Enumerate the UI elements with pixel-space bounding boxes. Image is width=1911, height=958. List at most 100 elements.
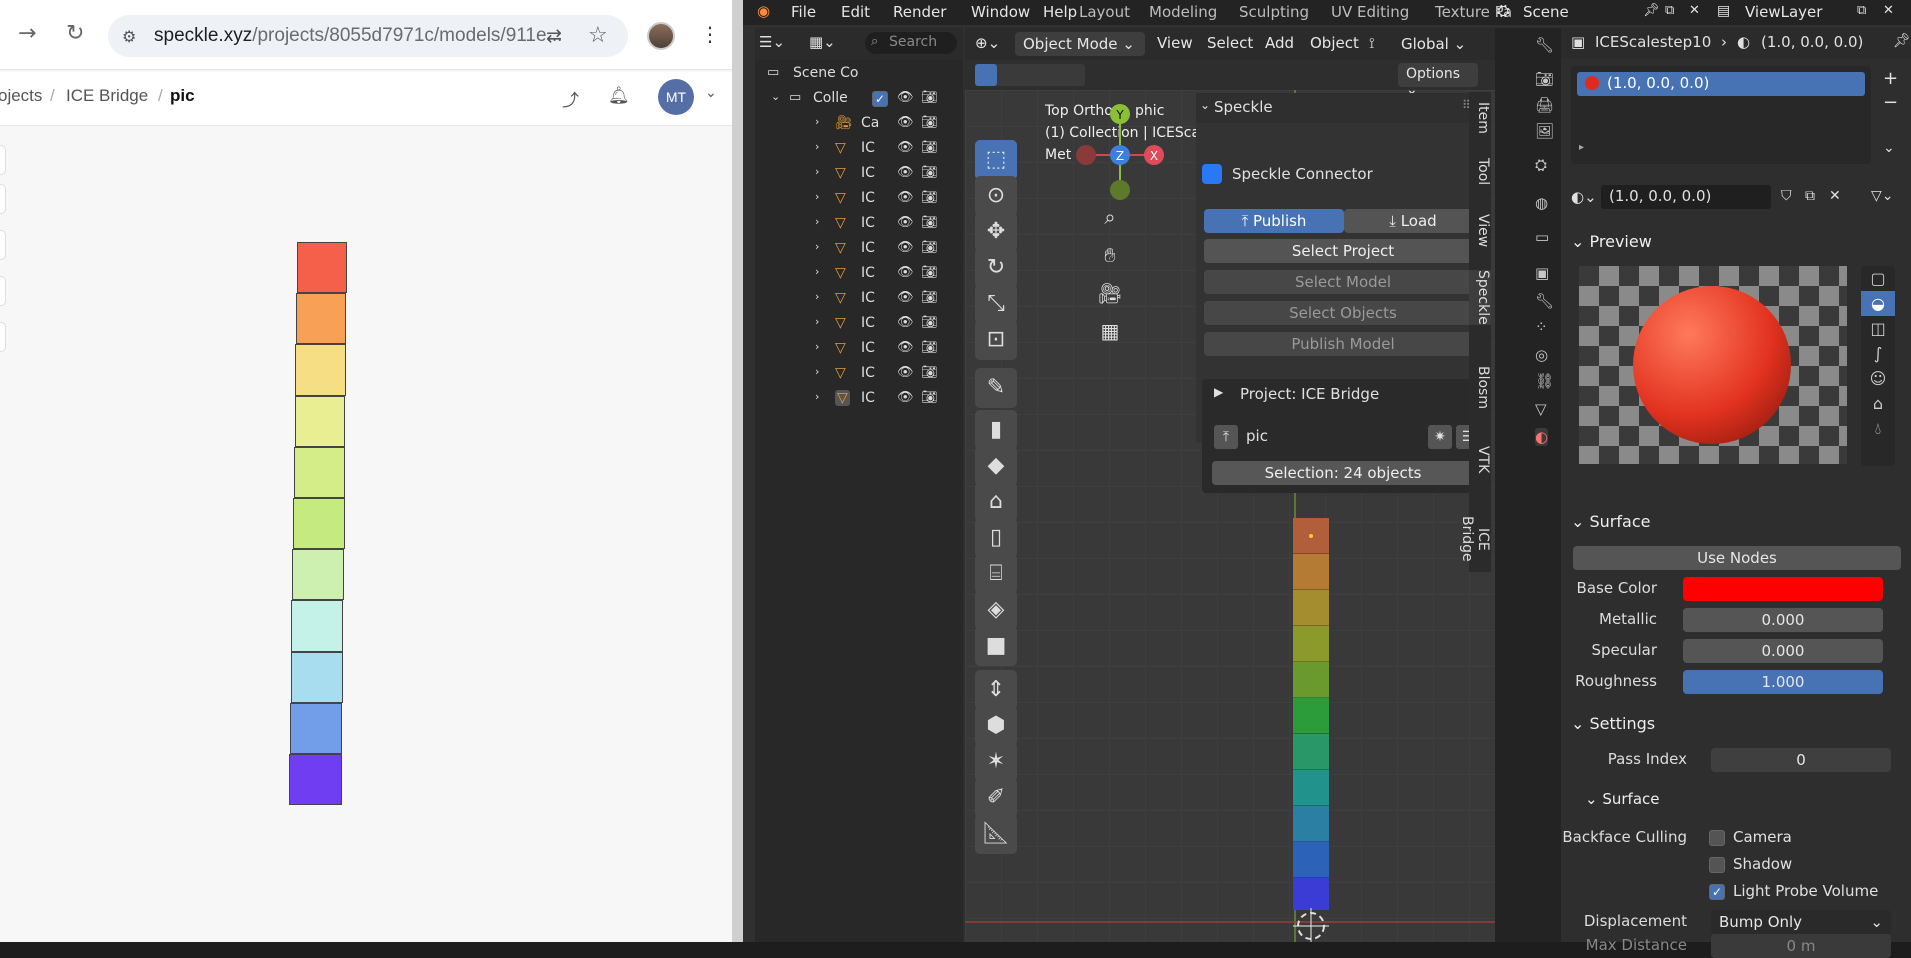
select-objects-button[interactable]: Select Objects xyxy=(1204,301,1482,325)
tab-uv-editing[interactable]: UV Editing xyxy=(1331,3,1409,21)
scale-cell[interactable] xyxy=(289,754,342,806)
bim-wall-icon[interactable]: ▮ xyxy=(975,410,1017,450)
material-slot-list[interactable]: (1.0, 0.0, 0.0) ▸ xyxy=(1571,66,1871,164)
render-camera-icon[interactable]: 📷︎ xyxy=(921,265,938,280)
chevron-down-icon[interactable]: ⌄ xyxy=(1883,140,1895,156)
bim-beam-icon[interactable]: ⇕ xyxy=(975,670,1017,710)
pass-index-field[interactable]: 0 xyxy=(1711,748,1891,772)
sidebar-tab-ice-bridge[interactable]: ICE Bridge xyxy=(1459,506,1491,572)
transform-orientation-dropdown[interactable]: Global ⌄ xyxy=(1393,32,1475,56)
outliner-mesh-row[interactable]: › ▽ IC 👁︎ 📷︎ xyxy=(755,187,963,212)
add-slot-icon[interactable]: + xyxy=(1883,68,1898,89)
render-camera-icon[interactable]: 📷︎ xyxy=(921,340,938,355)
close-icon[interactable]: ✕ xyxy=(1829,188,1841,204)
eye-icon[interactable]: 👁︎ xyxy=(897,140,914,155)
outliner-mesh-row[interactable]: › ▽ IC 👁︎ 📷︎ xyxy=(755,137,963,162)
menu-object[interactable]: Object xyxy=(1310,34,1359,52)
scene-icon[interactable]: ⛭ xyxy=(1535,156,1547,174)
bim-door-icon[interactable]: ⌂ xyxy=(975,482,1017,522)
bim-column-icon[interactable]: ▯ xyxy=(975,518,1017,558)
outliner-mesh-row[interactable]: › ▽ IC 👁︎ 📷︎ xyxy=(755,212,963,237)
render-camera-icon[interactable]: 📷︎ xyxy=(921,390,938,405)
scale-cell[interactable] xyxy=(294,395,346,447)
cube-preview-icon[interactable]: ◫ xyxy=(1861,316,1895,341)
material-name-field[interactable]: (1.0, 0.0, 0.0) xyxy=(1601,185,1771,209)
scale-cell[interactable] xyxy=(289,702,343,754)
sidebar-tab-blosm[interactable]: Blosm xyxy=(1469,366,1491,409)
menu-render[interactable]: Render xyxy=(893,3,946,21)
publish-tab[interactable]: ⤒ Publish xyxy=(1204,209,1344,233)
sidebar-tab-view[interactable]: View xyxy=(1469,214,1491,247)
expand-triangle-icon[interactable]: ▶ xyxy=(1214,385,1223,399)
chevron-right-icon[interactable]: › xyxy=(815,140,819,153)
camera-view-icon[interactable]: 🎥︎ xyxy=(1095,274,1125,312)
navigation-gizmo[interactable]: Y Z X xyxy=(1065,100,1175,210)
surface-settings-header[interactable]: ⌄ Surface xyxy=(1585,790,1660,808)
scale-cell[interactable] xyxy=(1293,554,1329,590)
scene-icon[interactable]: ⛭ xyxy=(1497,1,1510,21)
transform-icon[interactable]: ⊡ xyxy=(975,320,1017,360)
outliner-mesh-row[interactable]: › ▽ IC 👁︎ 📷︎ xyxy=(755,337,963,362)
menu-window[interactable]: Window xyxy=(971,3,1030,21)
eye-icon[interactable]: 👁︎ xyxy=(897,215,914,230)
bim-slab-icon[interactable]: ◆ xyxy=(975,446,1017,486)
scale-cell[interactable] xyxy=(292,549,344,601)
constraints-icon[interactable]: ⛓︎ xyxy=(1535,372,1554,390)
scale-cell[interactable] xyxy=(1293,590,1329,626)
annotate-icon[interactable]: ✎ xyxy=(975,368,1017,408)
scale-cell[interactable] xyxy=(291,600,344,652)
sidebar-tab-tool[interactable]: Tool xyxy=(1469,158,1491,185)
tab-layout[interactable]: Layout xyxy=(1079,3,1130,21)
outliner-mesh-row[interactable]: › ▽ IC 👁︎ 📷︎ xyxy=(755,362,963,387)
object-icon[interactable]: ▣ xyxy=(1535,264,1549,282)
measure-icon[interactable]: ✐ xyxy=(975,778,1017,818)
preview-header[interactable]: ⌄ Preview xyxy=(1571,232,1652,251)
render-camera-icon[interactable]: 📷︎ xyxy=(921,165,938,180)
use-nodes-button[interactable]: Use Nodes xyxy=(1573,546,1901,570)
menu-help[interactable]: Help xyxy=(1043,3,1077,21)
object-name[interactable]: ICEScalestep10 xyxy=(1595,33,1711,51)
chevron-right-icon[interactable]: › xyxy=(815,215,819,228)
ruler-icon[interactable]: 📐︎ xyxy=(975,814,1017,854)
chevron-right-icon[interactable]: › xyxy=(815,315,819,328)
duplicate-icon[interactable]: ⧉ xyxy=(1805,188,1815,204)
settings-header[interactable]: ⌄ Settings xyxy=(1571,714,1655,733)
chevron-right-icon[interactable]: › xyxy=(815,165,819,178)
select-model-button[interactable]: Select Model xyxy=(1204,270,1482,294)
chevron-right-icon[interactable]: › xyxy=(815,115,819,128)
3d-cursor-icon[interactable] xyxy=(1291,906,1331,942)
outliner-scene-collection[interactable]: ▭ Scene Co xyxy=(755,62,963,87)
scale-cell[interactable] xyxy=(1293,626,1329,662)
scale-cell[interactable] xyxy=(296,293,347,345)
render-camera-icon[interactable]: 📷︎ xyxy=(921,190,938,205)
preview-type-buttons[interactable]: ▢ ◒ ◫ ∫ ☺ ⌂ 💧︎ xyxy=(1861,266,1895,466)
load-tab[interactable]: ⤓ Load xyxy=(1344,209,1482,233)
blender-logo-icon[interactable]: ◉ xyxy=(757,2,770,20)
remove-slot-icon[interactable]: − xyxy=(1883,92,1898,113)
specular-field[interactable]: 0.000 xyxy=(1683,639,1883,663)
scale-cell[interactable] xyxy=(295,344,346,396)
displacement-dropdown[interactable]: Bump Only ⌄ xyxy=(1711,910,1891,934)
tab-modeling[interactable]: Modeling xyxy=(1149,3,1217,21)
editor-type-icon[interactable]: ☰⌄ xyxy=(759,33,785,51)
eye-icon[interactable]: 👁︎ xyxy=(897,240,914,255)
eye-icon[interactable]: 👁︎ xyxy=(897,390,914,405)
outliner-mesh-row[interactable]: › ▽ IC 👁︎ 📷︎ xyxy=(755,262,963,287)
material-slot-selected[interactable]: (1.0, 0.0, 0.0) xyxy=(1577,72,1865,96)
material-icon[interactable]: ◐ xyxy=(1535,428,1549,446)
window-divider[interactable] xyxy=(732,0,743,942)
highlight-icon[interactable]: ✷ xyxy=(1428,425,1452,449)
select-box-icon[interactable] xyxy=(975,64,997,86)
render-icon[interactable]: 📷︎ xyxy=(1535,70,1554,88)
eye-icon[interactable]: 👁︎ xyxy=(897,265,914,280)
publish-model-button[interactable]: Publish Model xyxy=(1204,332,1482,356)
scale-cell[interactable] xyxy=(293,498,345,550)
bim-pile-icon[interactable]: ⬢ xyxy=(975,706,1017,746)
eye-icon[interactable]: 👁︎ xyxy=(897,90,914,105)
eye-icon[interactable]: 👁︎ xyxy=(897,190,914,205)
render-camera-icon[interactable]: 📷︎ xyxy=(921,115,938,130)
upload-icon[interactable]: ⤒ xyxy=(1214,425,1238,449)
options-dropdown[interactable]: Options ⌄ xyxy=(1398,63,1478,98)
editor-type-icon[interactable]: ⊕⌄ xyxy=(975,34,1000,52)
speckle-viewer-scale-bar[interactable] xyxy=(0,0,732,942)
